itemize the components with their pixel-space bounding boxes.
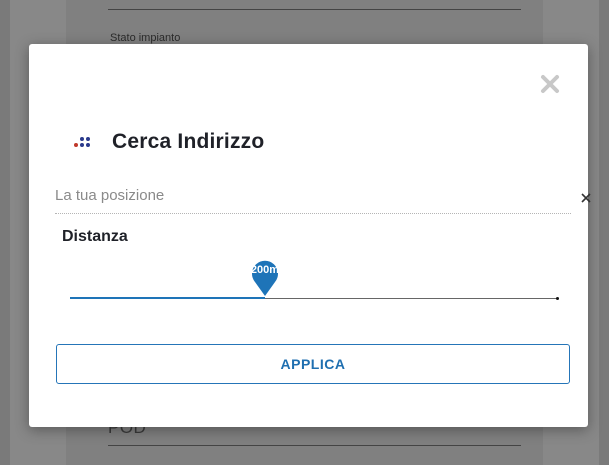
dialog-header: Cerca Indirizzo: [73, 130, 264, 154]
dots-logo-icon: [73, 132, 93, 152]
background-edge-left: [0, 0, 10, 465]
background-field-label-status: Stato impianto: [110, 32, 181, 44]
search-field: [55, 181, 591, 214]
distance-label: Distanza: [62, 228, 128, 245]
search-address-dialog: Cerca Indirizzo Distanza 200m APPLICA: [29, 44, 591, 427]
slider-end-dot: [556, 297, 559, 300]
slider-value-label: 200m: [250, 264, 280, 276]
background-edge-right: [599, 0, 609, 465]
background-field-line-top: [108, 9, 521, 10]
distance-slider[interactable]: 200m: [70, 260, 559, 309]
slider-fill: [70, 297, 265, 299]
map-pin-icon: [252, 260, 278, 296]
dialog-title: Cerca Indirizzo: [112, 130, 265, 153]
slider-thumb[interactable]: 200m: [250, 257, 280, 297]
close-icon[interactable]: [540, 74, 560, 94]
apply-button[interactable]: APPLICA: [56, 344, 570, 384]
clear-icon[interactable]: [579, 191, 593, 205]
search-input[interactable]: [55, 181, 535, 209]
background-field-line-bottom: [108, 445, 521, 446]
